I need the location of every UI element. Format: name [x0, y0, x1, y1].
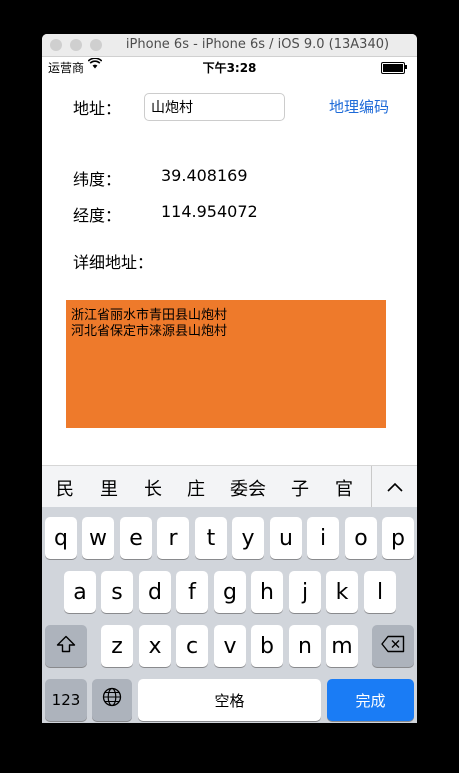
keyboard: q w e r t y u i o p a s d f g h j k l z … [42, 507, 417, 723]
latitude-label: 纬度： [73, 170, 122, 189]
numbers-key[interactable]: 123 [45, 679, 87, 721]
address-label: 地址： [73, 99, 122, 118]
key-n[interactable]: n [289, 625, 321, 667]
candidate-word[interactable]: 委会 [226, 475, 270, 501]
window-title: iPhone 6s - iPhone 6s / iOS 9.0 (13A340) [125, 37, 390, 52]
result-line: 河北省保定市涞源县山炮村 [71, 324, 228, 339]
key-p[interactable]: p [382, 517, 414, 559]
key-y[interactable]: y [232, 517, 264, 559]
shift-key[interactable] [45, 625, 87, 667]
detail-address-label: 详细地址： [73, 253, 154, 272]
battery-icon [381, 62, 407, 74]
zoom-window-button[interactable] [90, 39, 102, 51]
result-line: 浙江省丽水市青田县山炮村 [71, 308, 228, 323]
shift-icon [56, 634, 76, 659]
chevron-up-icon[interactable] [372, 466, 417, 508]
longitude-value: 114.954072 [161, 202, 258, 221]
globe-icon [102, 687, 122, 713]
backspace-icon [381, 634, 405, 659]
key-q[interactable]: q [45, 517, 77, 559]
minimize-window-button[interactable] [70, 39, 82, 51]
simulator-window: iPhone 6s - iPhone 6s / iOS 9.0 (13A340)… [42, 34, 417, 723]
detail-address-output: 浙江省丽水市青田县山炮村 河北省保定市涞源县山炮村 [66, 300, 386, 428]
key-z[interactable]: z [101, 625, 133, 667]
candidate-word[interactable]: 长 [142, 475, 164, 501]
latitude-value: 39.408169 [161, 166, 248, 185]
key-b[interactable]: b [251, 625, 283, 667]
key-f[interactable]: f [176, 571, 208, 613]
done-key[interactable]: 完成 [327, 679, 414, 721]
backspace-key[interactable] [372, 625, 414, 667]
address-input[interactable] [144, 93, 285, 121]
key-t[interactable]: t [195, 517, 227, 559]
candidate-word[interactable]: 官 [333, 475, 355, 501]
key-s[interactable]: s [101, 571, 133, 613]
status-time: 下午3:28 [202, 61, 257, 75]
key-h[interactable]: h [251, 571, 283, 613]
candidate-word[interactable]: 里 [98, 475, 120, 501]
geocode-button[interactable]: 地理编码 [329, 96, 389, 117]
key-j[interactable]: j [289, 571, 321, 613]
key-a[interactable]: a [64, 571, 96, 613]
key-k[interactable]: k [326, 571, 358, 613]
globe-key[interactable] [92, 679, 132, 721]
key-v[interactable]: v [214, 625, 246, 667]
key-o[interactable]: o [345, 517, 377, 559]
status-bar: 运营商 下午3:28 [42, 56, 417, 76]
space-key[interactable]: 空格 [138, 679, 321, 721]
key-r[interactable]: r [157, 517, 189, 559]
candidate-word[interactable]: 民 [54, 475, 76, 501]
key-x[interactable]: x [139, 625, 171, 667]
key-e[interactable]: e [120, 517, 152, 559]
longitude-label: 经度： [73, 206, 122, 225]
key-d[interactable]: d [139, 571, 171, 613]
candidate-word[interactable]: 庄 [185, 475, 207, 501]
key-i[interactable]: i [307, 517, 339, 559]
key-l[interactable]: l [364, 571, 396, 613]
key-m[interactable]: m [326, 625, 358, 667]
key-u[interactable]: u [270, 517, 302, 559]
candidate-word[interactable]: 子 [289, 475, 311, 501]
close-window-button[interactable] [50, 39, 62, 51]
key-c[interactable]: c [176, 625, 208, 667]
key-g[interactable]: g [214, 571, 246, 613]
key-w[interactable]: w [82, 517, 114, 559]
candidate-bar: 民 里 长 庄 委会 子 官 [42, 465, 417, 508]
window-titlebar: iPhone 6s - iPhone 6s / iOS 9.0 (13A340) [42, 34, 417, 57]
